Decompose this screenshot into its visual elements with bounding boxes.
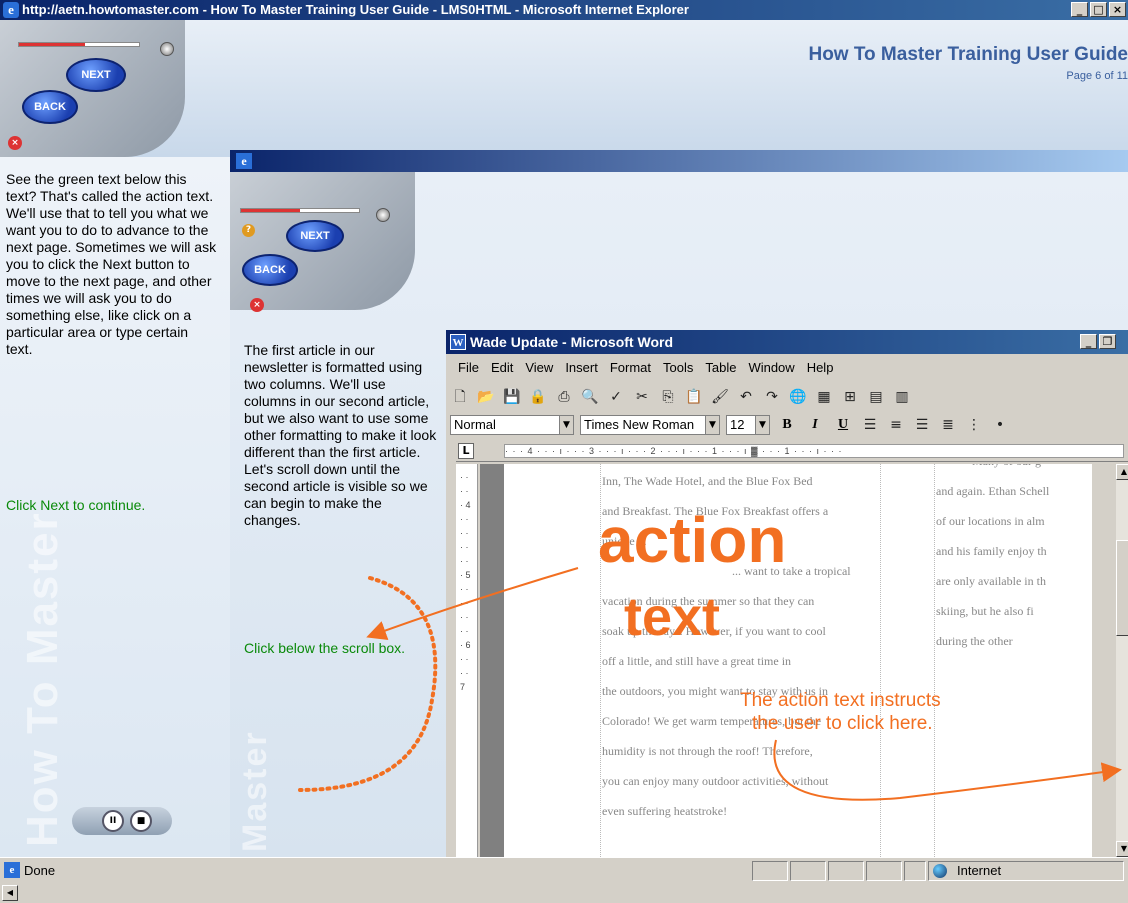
screen: http://aetn.howtomaster.com - How To Mas… [0, 0, 1128, 903]
arrow-to-action-text [366, 567, 579, 640]
zone-text: Internet [957, 863, 1002, 878]
callout-arrows [298, 567, 1122, 801]
dotted-arc [298, 576, 438, 792]
scroll-left-arrow[interactable]: ◀ [2, 885, 18, 901]
status-text: Done [24, 863, 56, 878]
status-cell [790, 861, 826, 881]
status-cell [752, 861, 788, 881]
page-done-icon: e [4, 862, 20, 878]
horizontal-scrollbar[interactable]: ◀ [0, 883, 1128, 903]
status-bar: e Done Internet [0, 857, 1128, 883]
zone-cell: Internet [928, 861, 1124, 881]
globe-icon [933, 864, 947, 878]
status-cell [904, 861, 926, 881]
arrow-to-scrollbar [773, 739, 1122, 801]
status-cell [866, 861, 902, 881]
status-cell [828, 861, 864, 881]
